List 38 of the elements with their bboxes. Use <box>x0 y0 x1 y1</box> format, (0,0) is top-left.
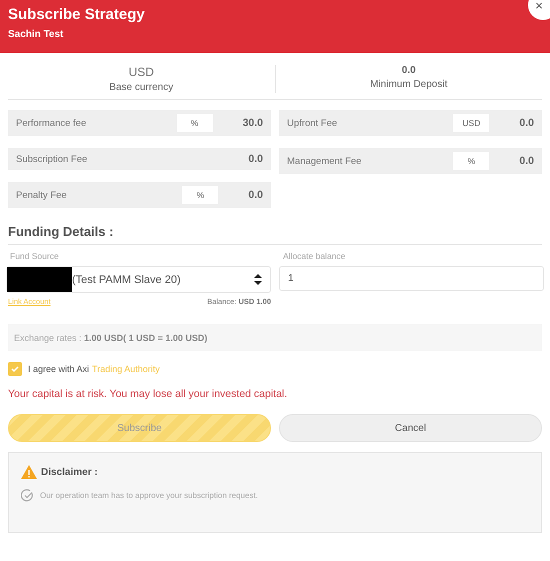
unit-tag: % <box>176 114 213 132</box>
summary-label: Base currency <box>109 82 174 93</box>
field-label: Allocate balance <box>282 251 346 261</box>
fee-value: 0.0 <box>519 117 534 129</box>
checkmark-icon <box>10 364 20 374</box>
section-heading: Funding Details : <box>8 224 542 245</box>
fee-value: 30.0 <box>242 117 263 129</box>
summary-value: USD <box>128 65 154 79</box>
fee-value: 0.0 <box>248 153 263 165</box>
warning-icon <box>21 465 37 479</box>
fee-label: Management Fee <box>287 156 362 166</box>
field-label: Fund Source <box>9 251 60 261</box>
fee-label: Upfront Fee <box>287 118 338 128</box>
allocate-input[interactable]: 1 <box>279 266 544 291</box>
unit-tag: % <box>182 186 218 204</box>
fund-source-select[interactable]: (Test PAMM Slave 20) <box>6 266 271 293</box>
unit-tag: USD <box>453 114 490 132</box>
close-button[interactable]: × <box>528 0 550 20</box>
cancel-button[interactable]: Cancel <box>279 414 542 442</box>
fee-label: Subscription Fee <box>16 154 88 164</box>
sort-arrows-icon <box>254 274 262 285</box>
fee-label: Performance fee <box>16 118 88 128</box>
redaction-block <box>7 267 72 292</box>
agree-checkbox[interactable] <box>8 362 22 376</box>
risk-warning: Your capital is at risk. You may lose all your invested capital. <box>8 388 288 400</box>
check-circle-icon <box>21 489 34 502</box>
agree-text: I agree with Axi <box>28 364 90 374</box>
disclaimer-text: Our operation team has to approve your subscription request. <box>40 491 258 500</box>
fee-value: 0.0 <box>248 189 263 201</box>
exchange-rate-text: Exchange rates : 1.00 USD( 1 USD = 1.00 USD) <box>14 332 208 342</box>
summary-value: 0.0 <box>402 65 416 76</box>
summary-label: Minimum Deposit <box>370 79 448 90</box>
disclaimer-title: Disclaimer : <box>41 466 98 478</box>
fee-value: 0.0 <box>519 155 534 167</box>
window-title: Subscribe Strategy <box>8 6 146 23</box>
fee-label: Penalty Fee <box>16 190 68 200</box>
strategy-name: Sachin Test <box>8 29 64 40</box>
unit-tag: % <box>453 152 490 170</box>
